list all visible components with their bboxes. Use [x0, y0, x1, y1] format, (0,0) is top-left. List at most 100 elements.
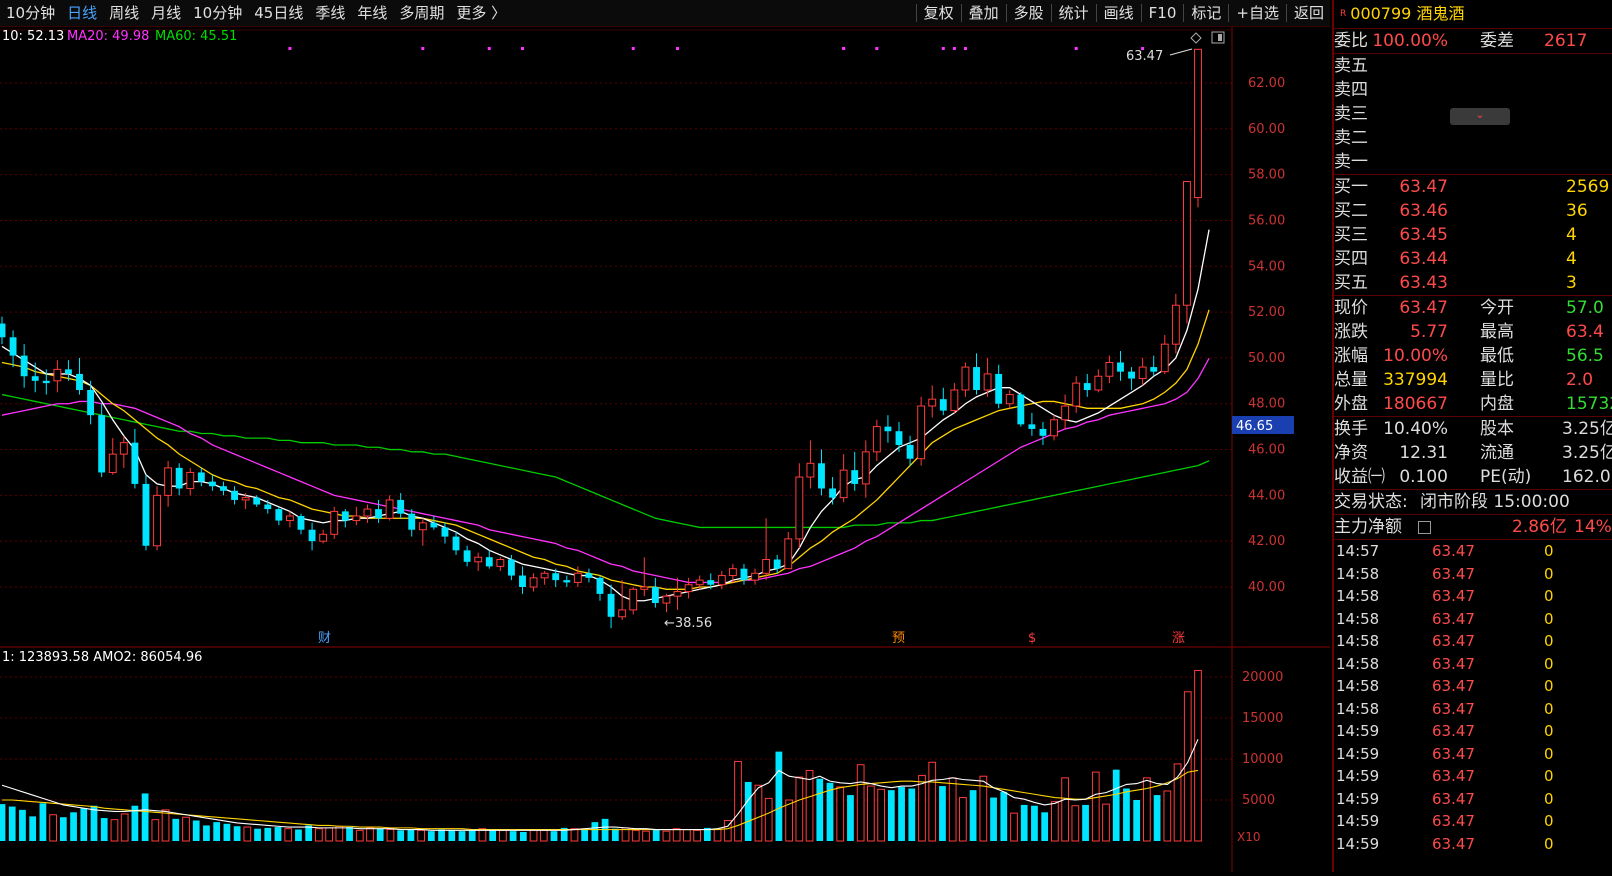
candle[interactable]	[430, 515, 438, 530]
candle[interactable]	[1083, 373, 1091, 397]
toolbar-action[interactable]: 返回	[1288, 0, 1330, 26]
candle[interactable]	[108, 438, 117, 475]
candle[interactable]	[0, 316, 6, 345]
candle[interactable]	[352, 506, 361, 526]
candle[interactable]	[397, 493, 405, 519]
period-tab[interactable]: 周线	[103, 0, 145, 26]
candle[interactable]	[872, 419, 881, 461]
period-tab[interactable]: 10分钟	[187, 0, 248, 26]
candle[interactable]	[363, 504, 372, 523]
candle[interactable]	[474, 552, 483, 571]
buy-level-row[interactable]: 买五 63.43 3	[1334, 271, 1612, 295]
stock-header[interactable]: R 000799 酒鬼酒	[1334, 0, 1612, 29]
toolbar-action[interactable]: 标记	[1185, 0, 1227, 26]
candle[interactable]	[806, 440, 815, 489]
candle[interactable]	[9, 330, 17, 368]
toolbar-action[interactable]: 统计	[1053, 0, 1095, 26]
candle[interactable]	[740, 564, 748, 585]
candle[interactable]	[939, 387, 947, 416]
candle[interactable]	[563, 575, 571, 587]
period-tab[interactable]: 月线	[145, 0, 187, 26]
period-tab[interactable]: 日线	[61, 0, 103, 26]
candle[interactable]	[308, 522, 316, 551]
toolbar-action[interactable]: 叠加	[963, 0, 1005, 26]
candle[interactable]	[662, 593, 671, 613]
buy-level-row[interactable]: 买二 63.46 36	[1334, 199, 1612, 223]
kline-chart[interactable]: 62.00 60.00 58.00 56.00 54.00 52.00 50.00 48.00…	[0, 27, 1330, 872]
event-marker-limit-up[interactable]: 涨	[1172, 631, 1185, 646]
buy-level-row[interactable]: 买一 63.47 2569	[1334, 175, 1612, 199]
candle[interactable]	[164, 461, 173, 507]
candle[interactable]	[20, 344, 28, 388]
candle[interactable]	[452, 532, 460, 555]
candle[interactable]	[851, 451, 859, 491]
candle[interactable]	[751, 568, 759, 585]
candle[interactable]	[1072, 376, 1081, 413]
candle[interactable]	[1171, 293, 1180, 354]
candle[interactable]	[264, 499, 272, 514]
period-tab[interactable]: 10分钟	[0, 0, 61, 26]
sell-level-row[interactable]: 卖五	[1334, 54, 1612, 78]
candle[interactable]	[1094, 369, 1103, 393]
candle[interactable]	[906, 435, 914, 466]
candle[interactable]	[884, 415, 892, 443]
candle[interactable]	[773, 554, 781, 574]
candle[interactable]	[784, 532, 793, 570]
toolbar-action[interactable]: 复权	[918, 0, 960, 26]
candle[interactable]	[463, 545, 471, 567]
main-fund-row[interactable]: 主力净额 2.86亿 14%	[1334, 515, 1612, 540]
candle[interactable]	[1138, 357, 1147, 386]
buy-level-row[interactable]: 买四 63.44 4	[1334, 247, 1612, 271]
candle[interactable]	[175, 463, 183, 496]
period-tab[interactable]: 更多 〉	[450, 0, 512, 26]
candle[interactable]	[1182, 181, 1191, 324]
candle[interactable]	[119, 435, 128, 468]
candle[interactable]	[485, 550, 493, 569]
candle[interactable]	[995, 364, 1003, 409]
candle[interactable]	[1061, 394, 1070, 429]
sell-level-row[interactable]: 卖三	[1334, 102, 1612, 126]
candle[interactable]	[1160, 335, 1169, 374]
candle[interactable]	[585, 568, 593, 583]
candle[interactable]	[275, 506, 283, 526]
diamond-icon[interactable]	[1190, 32, 1202, 44]
candle[interactable]	[607, 584, 615, 629]
candle[interactable]	[1005, 389, 1014, 409]
candle[interactable]	[197, 467, 205, 487]
candle[interactable]	[1050, 415, 1058, 441]
candle[interactable]	[231, 486, 238, 505]
toolbar-action[interactable]: +自选	[1230, 0, 1285, 26]
candle[interactable]	[673, 577, 682, 610]
candle[interactable]	[829, 477, 836, 505]
candle[interactable]	[330, 506, 339, 539]
candle[interactable]	[684, 577, 693, 599]
candle[interactable]	[629, 587, 638, 615]
candle[interactable]	[208, 474, 216, 491]
candle[interactable]	[795, 463, 804, 549]
candle[interactable]	[519, 566, 526, 594]
candle[interactable]	[496, 557, 505, 571]
period-tab[interactable]: 45日线	[248, 0, 309, 26]
candle[interactable]	[917, 396, 926, 466]
sell-level-row[interactable]: 卖一	[1334, 150, 1612, 174]
candle[interactable]	[319, 529, 328, 544]
event-marker-dividend[interactable]: $	[1028, 631, 1036, 646]
candle[interactable]	[31, 362, 39, 393]
toolbar-action[interactable]: F10	[1143, 0, 1183, 26]
candle[interactable]	[640, 557, 649, 597]
candle[interactable]	[651, 577, 659, 608]
candle[interactable]	[153, 486, 161, 551]
candle[interactable]	[618, 580, 627, 620]
sell-level-row[interactable]: 卖四	[1334, 78, 1612, 102]
period-tab[interactable]: 季线	[309, 0, 351, 26]
candle[interactable]	[76, 357, 83, 395]
candle[interactable]	[341, 509, 349, 528]
candle[interactable]	[818, 449, 825, 496]
chart-area[interactable]: 62.00 60.00 58.00 56.00 54.00 52.00 50.00 48.00…	[0, 27, 1330, 872]
period-tab[interactable]: 多周期	[393, 0, 450, 26]
candle[interactable]	[973, 353, 980, 395]
candle[interactable]	[861, 440, 870, 498]
candle[interactable]	[186, 467, 195, 496]
candle[interactable]	[596, 575, 604, 601]
candle[interactable]	[961, 362, 970, 397]
